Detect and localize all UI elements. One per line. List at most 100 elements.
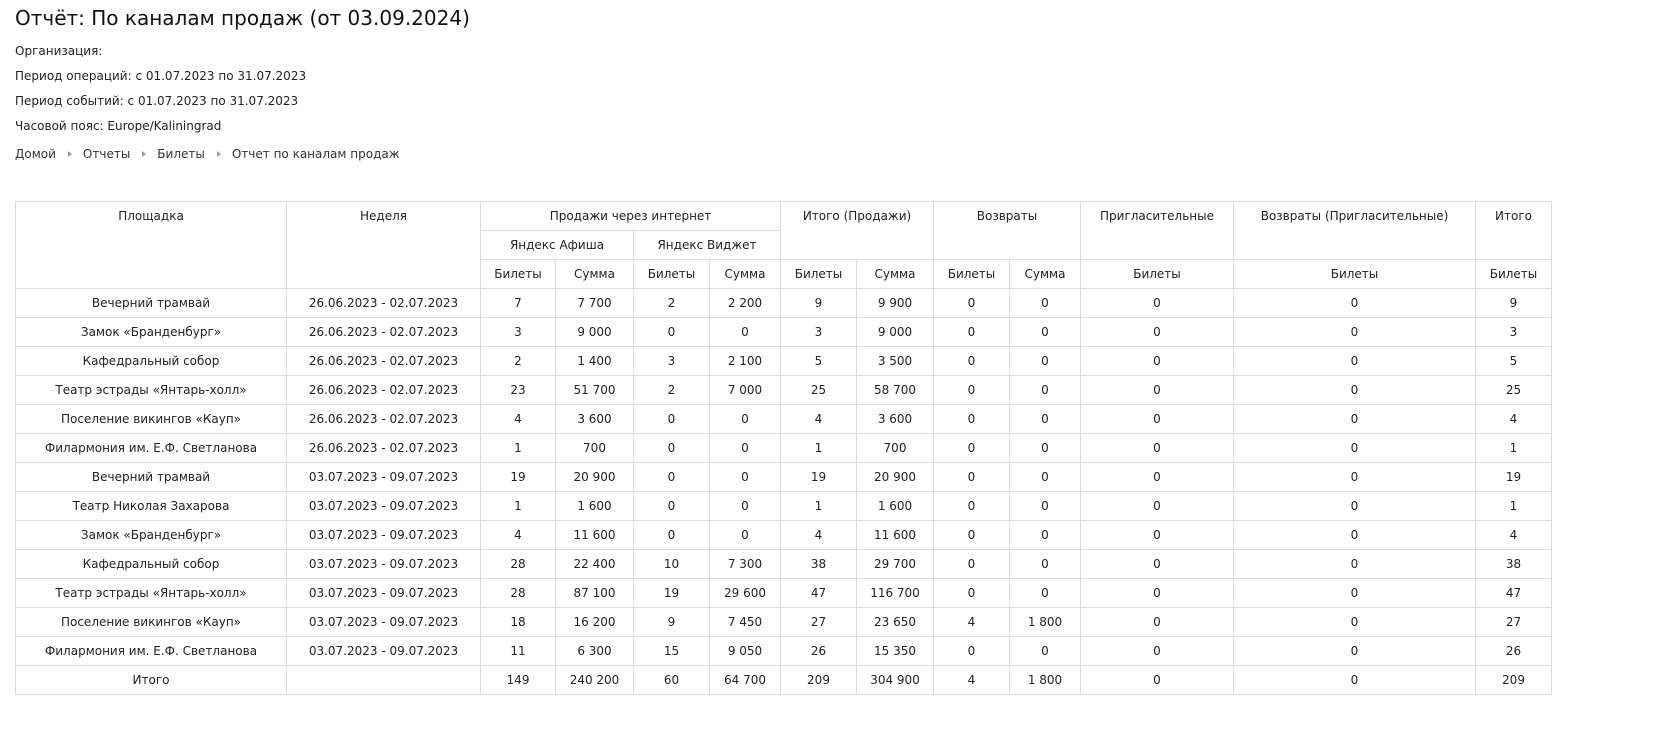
header-venue: Площадка — [15, 201, 287, 289]
cell-widget-tickets: 0 — [633, 462, 710, 492]
table-body: Вечерний трамвай 26.06.2023 - 02.07.2023 7… — [15, 288, 1552, 695]
table-row: Филармония им. Е.Ф. Светланова 26.06.2023… — [15, 433, 1552, 463]
table-row: Замок «Бранденбург» 03.07.2023 - 09.07.20… — [15, 520, 1552, 550]
cell-afisha-tickets: 7 — [480, 288, 556, 318]
cell-returns-sum: 0 — [1009, 491, 1081, 521]
cell-returns-tickets: 0 — [933, 636, 1010, 666]
header-widget-sum: Сумма — [709, 259, 781, 289]
cell-invitations-tickets: 0 — [1080, 317, 1234, 347]
cell-returns-sum: 0 — [1009, 375, 1081, 405]
triangle-right-icon — [67, 151, 72, 157]
cell-total-sales-sum: 700 — [856, 433, 934, 463]
cell-returns-sum: 0 — [1009, 433, 1081, 463]
cell-week: 26.06.2023 - 02.07.2023 — [286, 375, 481, 405]
cell-total-tickets: 38 — [1475, 549, 1552, 579]
cell-afisha-sum: 700 — [555, 433, 634, 463]
cell-afisha-tickets: 4 — [480, 404, 556, 434]
cell-total-tickets: 1 — [1475, 491, 1552, 521]
cell-returns-sum: 1 800 — [1009, 607, 1081, 637]
cell-returns-tickets: 0 — [933, 346, 1010, 376]
cell-invitation-returns-tickets: 0 — [1233, 346, 1476, 376]
cell-invitations-tickets: 0 — [1080, 404, 1234, 434]
cell-total-sales-tickets: 4 — [780, 404, 857, 434]
cell-widget-tickets: 0 — [633, 404, 710, 434]
breadcrumb-home[interactable]: Домой — [15, 145, 56, 163]
cell-total-tickets: 9 — [1475, 288, 1552, 318]
cell-widget-tickets: 60 — [633, 665, 710, 695]
cell-widget-sum: 64 700 — [709, 665, 781, 695]
cell-total-sales-sum: 58 700 — [856, 375, 934, 405]
header-afisha-tickets: Билеты — [480, 259, 556, 289]
cell-afisha-sum: 11 600 — [555, 520, 634, 550]
cell-invitation-returns-tickets: 0 — [1233, 491, 1476, 521]
cell-widget-tickets: 19 — [633, 578, 710, 608]
cell-returns-tickets: 0 — [933, 288, 1010, 318]
cell-total-tickets: 5 — [1475, 346, 1552, 376]
cell-returns-tickets: 0 — [933, 491, 1010, 521]
cell-venue: Замок «Бранденбург» — [15, 317, 287, 347]
table-row: Театр эстрады «Янтарь-холл» 03.07.2023 - … — [15, 578, 1552, 608]
cell-week: 03.07.2023 - 09.07.2023 — [286, 607, 481, 637]
cell-venue: Итого — [15, 665, 287, 695]
sales-channels-table: Площадка Неделя Продажи через интернет И… — [15, 201, 1552, 695]
cell-invitations-tickets: 0 — [1080, 607, 1234, 637]
cell-venue: Кафедральный собор — [15, 346, 287, 376]
cell-invitation-returns-tickets: 0 — [1233, 433, 1476, 463]
cell-total-sales-tickets: 25 — [780, 375, 857, 405]
cell-total-tickets: 4 — [1475, 404, 1552, 434]
cell-invitation-returns-tickets: 0 — [1233, 375, 1476, 405]
report-page: Отчёт: По каналам продаж (от 03.09.2024)… — [15, 0, 1663, 695]
table-row: Филармония им. Е.Ф. Светланова 03.07.2023… — [15, 636, 1552, 666]
breadcrumb-tickets[interactable]: Билеты — [157, 145, 205, 163]
cell-returns-tickets: 0 — [933, 404, 1010, 434]
cell-afisha-tickets: 4 — [480, 520, 556, 550]
header-yandex-afisha: Яндекс Афиша — [480, 230, 634, 260]
cell-widget-tickets: 9 — [633, 607, 710, 637]
cell-widget-sum: 7 450 — [709, 607, 781, 637]
cell-total-tickets: 3 — [1475, 317, 1552, 347]
events-period: Период событий: с 01.07.2023 по 31.07.20… — [15, 94, 299, 108]
header-returns-tickets: Билеты — [933, 259, 1010, 289]
cell-widget-tickets: 2 — [633, 288, 710, 318]
cell-afisha-sum: 16 200 — [555, 607, 634, 637]
cell-afisha-sum: 22 400 — [555, 549, 634, 579]
cell-total-sales-sum: 23 650 — [856, 607, 934, 637]
cell-invitations-tickets: 0 — [1080, 520, 1234, 550]
cell-total-sales-sum: 3 600 — [856, 404, 934, 434]
cell-widget-tickets: 10 — [633, 549, 710, 579]
cell-returns-tickets: 0 — [933, 433, 1010, 463]
cell-total-sales-tickets: 26 — [780, 636, 857, 666]
cell-invitations-tickets: 0 — [1080, 346, 1234, 376]
cell-returns-sum: 0 — [1009, 636, 1081, 666]
cell-week: 03.07.2023 - 09.07.2023 — [286, 578, 481, 608]
cell-widget-tickets: 0 — [633, 491, 710, 521]
cell-widget-sum: 2 100 — [709, 346, 781, 376]
cell-total-sales-sum: 116 700 — [856, 578, 934, 608]
cell-widget-sum: 7 000 — [709, 375, 781, 405]
report-meta: Организация: Период операций: с 01.07.20… — [15, 39, 1663, 139]
cell-returns-sum: 0 — [1009, 549, 1081, 579]
cell-invitations-tickets: 0 — [1080, 665, 1234, 695]
cell-invitation-returns-tickets: 0 — [1233, 665, 1476, 695]
header-total-tickets: Билеты — [1475, 259, 1552, 289]
cell-venue: Замок «Бранденбург» — [15, 520, 287, 550]
cell-afisha-sum: 7 700 — [555, 288, 634, 318]
cell-returns-tickets: 0 — [933, 549, 1010, 579]
cell-total-tickets: 26 — [1475, 636, 1552, 666]
cell-week: 26.06.2023 - 02.07.2023 — [286, 433, 481, 463]
table-row: Замок «Бранденбург» 26.06.2023 - 02.07.20… — [15, 317, 1552, 347]
cell-afisha-tickets: 28 — [480, 578, 556, 608]
cell-afisha-sum: 1 600 — [555, 491, 634, 521]
breadcrumb-reports[interactable]: Отчеты — [83, 145, 130, 163]
cell-week: 03.07.2023 - 09.07.2023 — [286, 462, 481, 492]
cell-afisha-tickets: 19 — [480, 462, 556, 492]
cell-total-sales-tickets: 19 — [780, 462, 857, 492]
cell-invitations-tickets: 0 — [1080, 636, 1234, 666]
cell-invitation-returns-tickets: 0 — [1233, 317, 1476, 347]
cell-invitations-tickets: 0 — [1080, 491, 1234, 521]
cell-total-sales-sum: 20 900 — [856, 462, 934, 492]
cell-total-sales-tickets: 1 — [780, 433, 857, 463]
table-row: Поселение викингов «Кауп» 03.07.2023 - 09… — [15, 607, 1552, 637]
cell-week: 03.07.2023 - 09.07.2023 — [286, 549, 481, 579]
cell-invitation-returns-tickets: 0 — [1233, 288, 1476, 318]
